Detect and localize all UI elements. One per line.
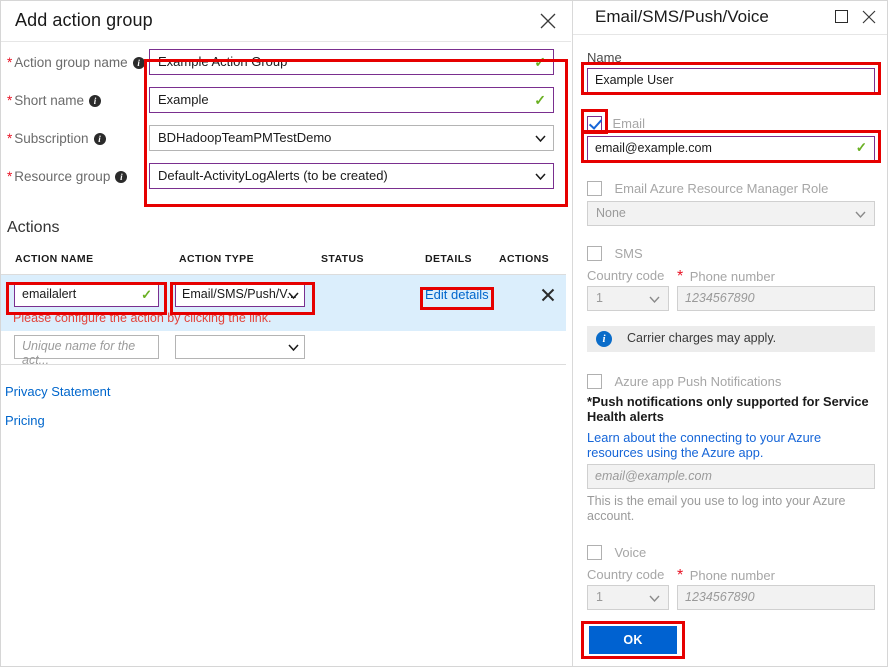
required-asterisk: * (7, 54, 13, 70)
info-icon: i (596, 331, 612, 347)
required-asterisk: * (677, 268, 684, 285)
short-name-input[interactable]: Example ✓ (149, 87, 554, 113)
label-voice-phone-number: * Phone number (677, 567, 775, 584)
chevron-down-icon (535, 171, 546, 182)
azure-add-action-group-screen: Add action group * Action group name i Exa… (0, 0, 888, 667)
action-type-select[interactable]: Email/SMS/Push/V... (175, 283, 305, 307)
new-action-type-select[interactable] (175, 335, 305, 359)
close-icon[interactable] (537, 10, 559, 32)
chevron-down-icon (288, 290, 299, 301)
voice-checkbox-label: Voice (614, 545, 647, 560)
sms-checkbox-label: SMS (614, 246, 643, 261)
label-name: Name (587, 50, 622, 65)
voice-checkbox[interactable] (587, 545, 602, 560)
chevron-down-icon (649, 294, 660, 305)
remove-action-icon[interactable] (540, 287, 556, 303)
voice-checkbox-row: Voice (587, 544, 646, 562)
sms-checkbox[interactable] (587, 246, 602, 261)
arm-role-checkbox[interactable] (587, 181, 602, 196)
column-header-status: STATUS (321, 253, 364, 265)
chevron-down-icon (855, 209, 866, 220)
push-checkbox-label: Azure app Push Notifications (614, 374, 782, 389)
voice-phone-number-input[interactable]: 1234567890 (677, 585, 875, 610)
arm-role-checkbox-label: Email Azure Resource Manager Role (614, 181, 829, 196)
push-email-helper-text: This is the email you use to log into yo… (587, 494, 846, 523)
page-title: Add action group (15, 10, 153, 30)
table-row-new: Unique name for the act... (1, 331, 566, 367)
column-header-actions: ACTIONS (499, 253, 550, 265)
required-asterisk: * (7, 92, 13, 108)
push-checkbox-row: Azure app Push Notifications (587, 373, 781, 391)
required-asterisk: * (677, 567, 684, 584)
form-row-short-name: * Short name i Example ✓ (1, 81, 571, 119)
sms-country-code-select[interactable]: 1 (587, 286, 669, 311)
blade-header: Add action group (1, 1, 571, 42)
form-row-resource-group: * Resource group i Default-ActivityLogAler… (1, 157, 571, 195)
maximize-icon[interactable] (835, 10, 848, 23)
email-checkbox[interactable] (587, 116, 602, 131)
action-error-message: Please configure the action by clicking … (13, 311, 272, 325)
label-voice-country-code: Country code (587, 567, 665, 582)
chevron-down-icon (649, 593, 660, 604)
valid-check-icon: ✓ (855, 140, 867, 155)
ok-button[interactable]: OK (589, 626, 677, 654)
column-header-action-type: ACTION TYPE (179, 253, 254, 265)
info-icon[interactable]: i (115, 170, 128, 183)
column-header-details: DETAILS (425, 253, 472, 265)
table-row: emailalert ✓ Email/SMS/Push/V... Please … (1, 275, 566, 331)
pricing-link[interactable]: Pricing (5, 413, 45, 428)
action-group-form: * Action group name i Example Action Group… (1, 43, 571, 195)
sms-checkbox-row: SMS (587, 245, 643, 263)
column-header-action-name: ACTION NAME (15, 253, 94, 265)
label-subscription: * Subscription i (1, 131, 149, 146)
close-icon[interactable] (860, 8, 878, 26)
actions-table: ACTION NAME ACTION TYPE STATUS DETAILS A… (1, 249, 566, 367)
valid-check-icon: ✓ (534, 92, 546, 108)
privacy-statement-link[interactable]: Privacy Statement (5, 384, 111, 399)
arm-role-checkbox-row: Email Azure Resource Manager Role (587, 180, 828, 198)
info-icon[interactable]: i (93, 132, 106, 145)
table-header-row: ACTION NAME ACTION TYPE STATUS DETAILS A… (1, 249, 566, 275)
label-short-name: * Short name i (1, 93, 149, 108)
action-group-name-input[interactable]: Example Action Group ✓ (149, 49, 554, 75)
email-checkbox-label: Email (612, 116, 645, 131)
email-input[interactable]: email@example.com ✓ (587, 136, 875, 161)
label-resource-group: * Resource group i (1, 169, 149, 184)
action-name-input[interactable]: emailalert ✓ (14, 283, 159, 307)
resource-group-select[interactable]: Default-ActivityLogAlerts (to be created… (149, 163, 554, 189)
add-action-group-blade: Add action group * Action group name i Exa… (1, 1, 571, 666)
azure-app-learn-link[interactable]: Learn about the connecting to your Azure… (587, 430, 867, 460)
chevron-down-icon (288, 342, 299, 353)
edit-details-link[interactable]: Edit details (425, 287, 489, 302)
right-blade-header: Email/SMS/Push/Voice (573, 1, 887, 35)
subscription-select[interactable]: BDHadoopTeamPMTestDemo (149, 125, 554, 151)
push-notifications-checkbox[interactable] (587, 374, 602, 389)
sms-phone-number-input[interactable]: 1234567890 (677, 286, 875, 311)
actions-heading: Actions (7, 219, 60, 236)
form-row-subscription: * Subscription i BDHadoopTeamPMTestDemo (1, 119, 571, 157)
push-support-note: *Push notifications only supported for S… (587, 394, 869, 424)
label-action-group-name: * Action group name i (1, 55, 149, 70)
email-sms-push-voice-blade: Email/SMS/Push/Voice Name Example User E… (572, 1, 887, 666)
carrier-charges-notice: i Carrier charges may apply. (587, 326, 875, 352)
form-row-action-group-name: * Action group name i Example Action Group… (1, 43, 571, 81)
info-icon[interactable]: i (132, 56, 145, 69)
valid-check-icon: ✓ (534, 54, 546, 70)
label-sms-country-code: Country code (587, 268, 665, 283)
required-asterisk: * (7, 130, 13, 146)
voice-country-code-select[interactable]: 1 (587, 585, 669, 610)
arm-role-select[interactable]: None (587, 201, 875, 226)
label-sms-phone-number: * Phone number (677, 268, 775, 285)
right-blade-title: Email/SMS/Push/Voice (595, 7, 769, 26)
required-asterisk: * (7, 168, 13, 184)
chevron-down-icon (535, 133, 546, 144)
email-checkbox-row: Email (587, 115, 645, 133)
valid-check-icon: ✓ (141, 287, 152, 302)
info-icon[interactable]: i (89, 94, 102, 107)
new-action-name-input[interactable]: Unique name for the act... (14, 335, 159, 367)
name-input[interactable]: Example User (587, 68, 875, 93)
push-email-input[interactable]: email@example.com (587, 464, 875, 489)
